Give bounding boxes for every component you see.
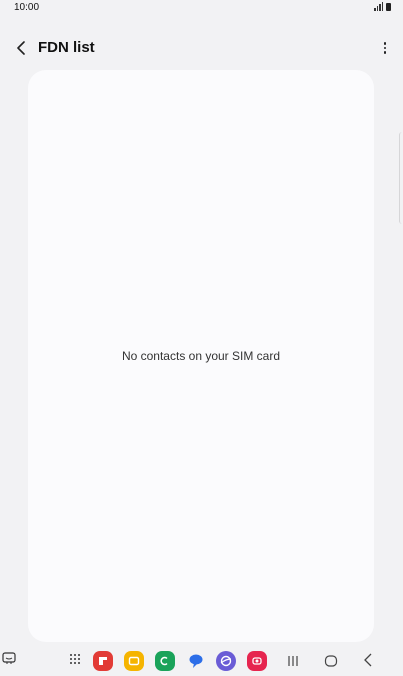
app-screen-recorder[interactable]	[247, 651, 267, 671]
home-icon	[324, 655, 338, 667]
status-time: 10:00	[14, 2, 40, 13]
recent-apps-button[interactable]	[286, 654, 300, 672]
apps-grid-icon	[66, 650, 84, 668]
app-messages[interactable]	[186, 651, 206, 676]
messages-icon	[189, 654, 203, 668]
chevron-left-icon	[17, 41, 25, 55]
more-vertical-icon	[383, 42, 387, 45]
keyboard-toggle-button[interactable]	[2, 651, 16, 670]
empty-state-message: No contacts on your SIM card	[121, 349, 281, 363]
scrollbar[interactable]	[399, 132, 403, 224]
back-arrow-icon	[364, 653, 372, 667]
folder-icon	[124, 651, 144, 671]
status-icons	[374, 2, 391, 11]
battery-icon	[386, 3, 391, 11]
phone-icon	[155, 651, 175, 671]
keyboard-icon	[2, 652, 16, 664]
signal-icon	[374, 2, 383, 11]
home-button[interactable]	[324, 654, 338, 672]
flipboard-icon	[93, 651, 113, 671]
apps-button[interactable]	[66, 650, 84, 668]
nav-back-button[interactable]	[363, 653, 373, 672]
back-button[interactable]	[10, 37, 32, 59]
header: FDN list	[0, 30, 403, 66]
navigation-bar	[0, 646, 403, 676]
app-flipboard[interactable]	[93, 651, 113, 671]
app-phone[interactable]	[155, 651, 175, 671]
page-title: FDN list	[38, 39, 95, 56]
app-my-files[interactable]	[124, 651, 144, 671]
app-internet[interactable]	[216, 651, 236, 671]
recorder-icon	[247, 651, 267, 671]
more-options-button[interactable]	[379, 37, 391, 59]
recents-icon	[288, 656, 298, 666]
contacts-list-card: No contacts on your SIM card	[28, 70, 374, 642]
internet-icon	[216, 651, 236, 671]
status-bar: 10:00	[0, 0, 403, 16]
